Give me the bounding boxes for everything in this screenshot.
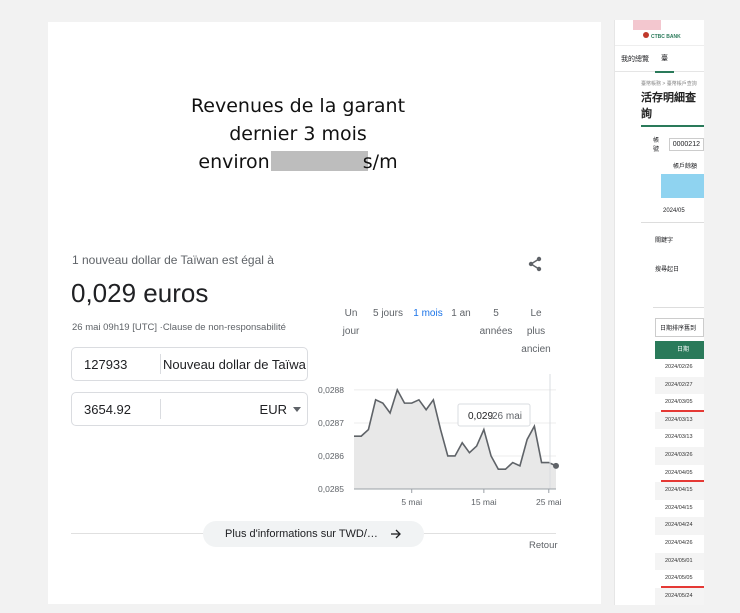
range-option[interactable]: 5 années	[476, 305, 516, 359]
to-currency-select[interactable]: EUR	[161, 402, 307, 417]
query-start-label: 搜尋起日	[655, 267, 680, 273]
table-row: 2024/02/26	[665, 364, 693, 370]
tooltip-date: 26 mai	[492, 411, 522, 422]
from-currency-row: 127933 Nouveau dollar de Taïwa	[71, 347, 308, 381]
headline-line-2: dernier 3 mois	[229, 123, 367, 145]
keyword-label: 關鍵字	[655, 238, 674, 244]
headline-line-1: Revenues de la garant	[190, 95, 406, 117]
breadcrumb: 臺幣帳務 > 臺幣帳戶查詢	[641, 81, 697, 87]
conversion-subtitle: 1 nouveau dollar de Taïwan est égal à	[72, 253, 274, 267]
range-option[interactable]: 5 jours	[366, 305, 410, 359]
account-select[interactable]: 0000212	[668, 137, 704, 151]
range-option[interactable]: Un jour	[336, 305, 366, 359]
range-option[interactable]: 1 an	[446, 305, 476, 359]
tooltip-value: 0,029	[468, 411, 493, 422]
exchange-rate-chart: 0,0288 0,0287 0,0286 0,0285 5 mai 15 mai 25 ma…	[318, 374, 562, 507]
y-tick-label: 0,0286	[318, 451, 344, 461]
tab-overview[interactable]: 我的總覽	[615, 54, 655, 64]
divider	[653, 307, 704, 308]
more-info-label: Plus d'informations sur TWD/…	[225, 528, 378, 540]
headline-line-3-prefix: environ	[198, 151, 270, 173]
table-row: 2024/03/13	[665, 434, 693, 441]
balance-highlight	[661, 174, 704, 198]
feedback-link[interactable]: Retour	[529, 540, 558, 551]
bank-header: CTBC BANK	[615, 20, 704, 46]
y-tick-label: 0,0287	[318, 418, 344, 428]
table-row: 2024/04/15	[665, 504, 693, 511]
rate-timestamp: 26 mai 09h19 [UTC] ·Clause de non-respon…	[72, 322, 286, 333]
table-row: 2024/05/01	[655, 552, 704, 571]
table-row: 2024/05/24	[655, 587, 704, 605]
tab-twd[interactable]: 臺	[655, 53, 674, 73]
table-row: 2024/03/26	[655, 446, 704, 465]
y-tick-label: 0,0285	[318, 484, 344, 494]
arrow-right-icon	[390, 529, 401, 539]
bank-logo-icon	[643, 32, 649, 38]
table-row: 2024/05/05	[655, 570, 704, 588]
to-currency-label: EUR	[259, 401, 287, 417]
account-label: 帳號	[653, 138, 660, 153]
table-row: 2024/04/24	[655, 517, 704, 535]
y-tick-label: 0,0288	[318, 385, 344, 395]
range-option[interactable]: Le plus ancien	[516, 305, 556, 359]
table-header-date: 日期	[655, 341, 704, 359]
more-info-button[interactable]: Plus d'informations sur TWD/…	[203, 521, 424, 547]
exchange-rate-value: 0,029 euros	[71, 278, 209, 308]
table-row: 2024/04/05	[655, 465, 704, 483]
last-point-marker	[553, 462, 559, 469]
bank-statement-panel: CTBC BANK 我的總覽 臺 臺幣帳務 > 臺幣帳戶查詢 活存明細查詢 帳號…	[614, 20, 704, 605]
bank-logo-text: CTBC BANK	[651, 34, 681, 40]
x-tick-label: 15 mai	[471, 497, 497, 507]
x-tick-label: 5 mai	[401, 497, 422, 507]
time-range-selector: Un jour 5 jours 1 mois 1 an 5 années Le plus anci…	[336, 305, 556, 359]
currency-converter-card: Revenues de la garant dernier 3 mois env…	[48, 22, 601, 604]
to-currency-row: 3654.92 EUR	[71, 392, 308, 426]
from-amount-input[interactable]: 127933	[72, 357, 160, 372]
sort-select[interactable]: 日期排序舊到	[655, 318, 704, 337]
chevron-down-icon	[293, 406, 301, 412]
from-currency-label: Nouveau dollar de Taïwa	[163, 356, 306, 372]
redaction-block	[270, 151, 368, 171]
transaction-table: 日期 2024/02/26 2024/02/27 2024/03/05 2024/03…	[655, 341, 704, 605]
table-row: 2024/03/13	[655, 411, 704, 430]
headline-line-3-suffix: s/m	[362, 151, 398, 173]
bank-tabs: 我的總覽 臺	[615, 46, 704, 73]
table-row: 2024/03/05	[655, 394, 704, 412]
account-row: 帳號 0000212	[615, 127, 704, 153]
to-amount-input[interactable]: 3654.92	[72, 402, 160, 417]
overlay-headline: Revenues de la garant dernier 3 mois env…	[48, 92, 548, 176]
headline-line-3: environ s/m	[48, 148, 548, 176]
balance-label: 帳戶餘額	[673, 164, 698, 170]
share-icon[interactable]	[526, 255, 544, 273]
page-title: 活存明細查詢	[641, 92, 696, 120]
x-tick-label: 25 mai	[536, 497, 562, 507]
range-option[interactable]: 1 mois	[410, 305, 446, 359]
period-value[interactable]: 2024/05	[615, 198, 704, 214]
from-currency-select[interactable]: Nouveau dollar de Taïwa	[161, 357, 307, 372]
table-row: 2024/04/26	[665, 539, 693, 546]
header-accent	[633, 20, 661, 30]
table-row: 2024/04/15	[655, 482, 704, 500]
table-row: 2024/02/27	[655, 376, 704, 395]
